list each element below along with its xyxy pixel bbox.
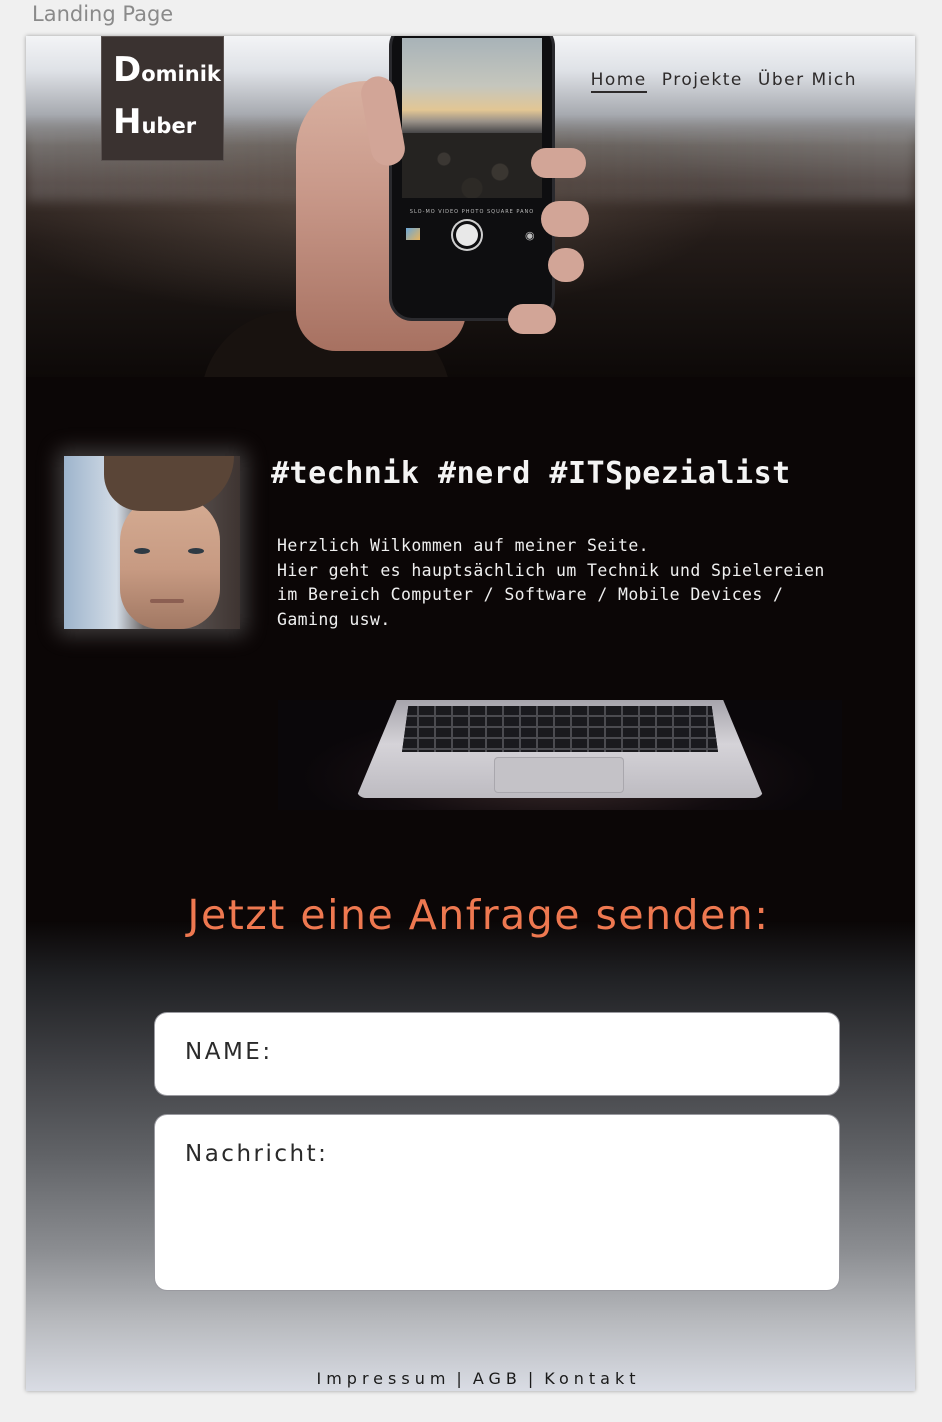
landing-page-artboard: SLO-MO VIDEO PHOTO SQUARE PANO ◉ Dominik… <box>26 36 915 1391</box>
main-nav: Home Projekte Über Mich <box>590 70 857 93</box>
footer-separator: | <box>456 1369 467 1388</box>
profile-eye <box>188 548 204 554</box>
intro-text: Herzlich Wilkommen auf meiner Seite. Hie… <box>277 534 837 632</box>
profile-eye <box>134 548 150 554</box>
hero-finger <box>548 248 584 282</box>
logo-first-name: Dominik <box>113 50 221 90</box>
shutter-button-icon <box>456 224 478 246</box>
hero-image: SLO-MO VIDEO PHOTO SQUARE PANO ◉ Dominik… <box>26 36 915 377</box>
hero-finger <box>531 148 586 178</box>
artboard-label: Landing Page <box>32 2 174 26</box>
phone-screen-rocks <box>402 133 542 198</box>
logo-last-name: Huber <box>113 102 197 142</box>
name-field-label: NAME: <box>185 1039 273 1065</box>
camera-icon: ◉ <box>525 230 535 242</box>
contact-section: NAME: Nachricht: <box>26 921 915 1391</box>
intro-line: Gaming usw. <box>277 609 391 629</box>
footer-separator: | <box>527 1369 539 1388</box>
laptop-keyboard <box>402 706 718 752</box>
headline-hashtags: #technik #nerd #ITSpezialist <box>271 456 791 491</box>
message-field-label: Nachricht: <box>185 1141 329 1167</box>
logo[interactable]: Dominik Huber <box>101 36 224 161</box>
laptop-trackpad <box>494 757 624 793</box>
footer-links: Impressum | AGB | Kontakt <box>26 1369 915 1388</box>
profile-mouth <box>150 599 184 603</box>
profile-face <box>120 496 220 629</box>
camera-modes: SLO-MO VIDEO PHOTO SQUARE PANO <box>409 209 535 215</box>
contact-title: Jetzt eine Anfrage senden: <box>187 891 770 939</box>
intro-line: im Bereich Computer / Software / Mobile … <box>277 585 784 604</box>
profile-hair <box>104 456 234 511</box>
name-field[interactable]: NAME: <box>155 1013 839 1095</box>
intro-line: Herzlich Wilkommen auf meiner Seite. <box>277 536 650 555</box>
phone-screen <box>402 38 542 198</box>
intro-line: Hier geht es hauptsächlich um Technik un… <box>277 560 825 580</box>
photo-thumbnail-icon <box>406 228 420 240</box>
footer-impressum-link[interactable]: Impressum <box>316 1369 450 1388</box>
nav-ueber-mich[interactable]: Über Mich <box>758 70 857 93</box>
nav-projekte[interactable]: Projekte <box>662 70 743 93</box>
profile-photo <box>64 456 240 629</box>
hero-finger <box>508 304 556 334</box>
nav-home[interactable]: Home <box>590 70 647 93</box>
hero-phone: SLO-MO VIDEO PHOTO SQUARE PANO ◉ <box>392 36 552 318</box>
hero-finger <box>541 201 589 237</box>
message-field[interactable]: Nachricht: <box>155 1115 839 1290</box>
footer-kontakt-link[interactable]: Kontakt <box>544 1369 640 1388</box>
footer-agb-link[interactable]: AGB <box>473 1369 522 1388</box>
laptop-image <box>278 700 842 810</box>
